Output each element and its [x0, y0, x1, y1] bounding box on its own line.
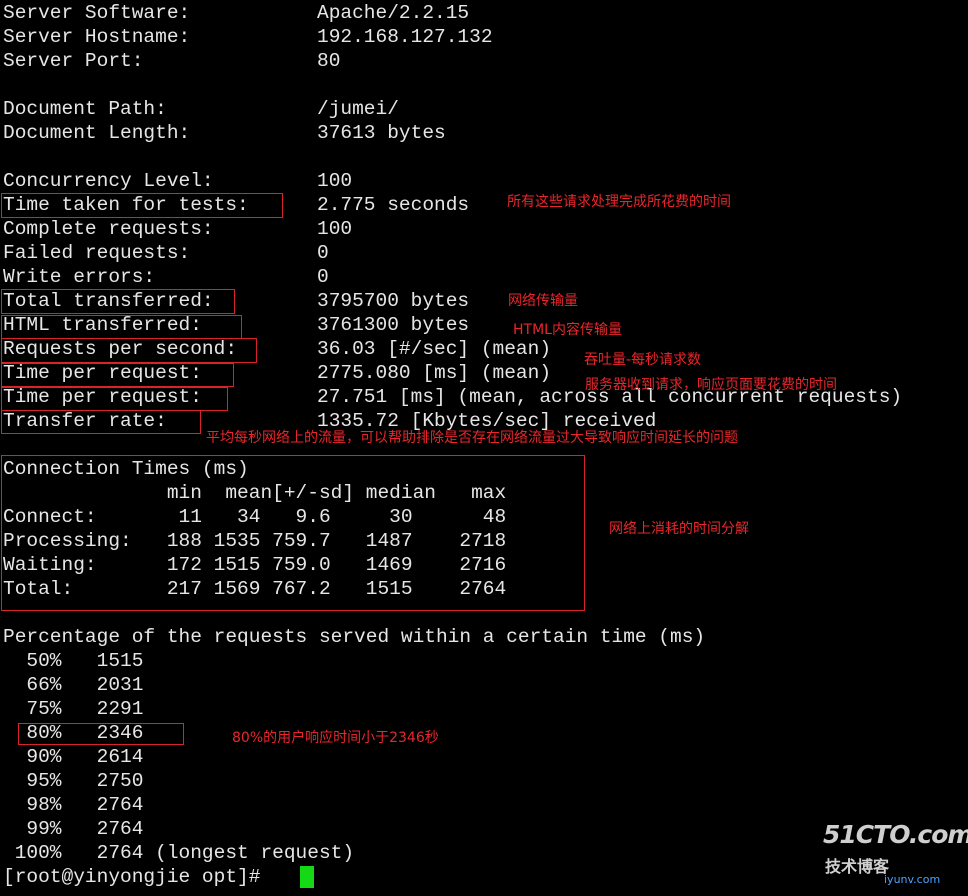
requests-per-second-value: 36.03 [#/sec] (mean)	[317, 338, 552, 360]
annotation-connection-times: 网络上消耗的时间分解	[609, 521, 749, 537]
percentile-row: 75% 2291	[3, 698, 144, 720]
write-errors-line: Write errors: 0	[3, 265, 329, 289]
percentile-row: 98% 2764	[3, 794, 144, 816]
time-taken-value: 2.775 seconds	[317, 194, 470, 216]
shell-prompt[interactable]: [root@yinyongjie opt]#	[3, 865, 272, 889]
terminal-cursor	[300, 866, 314, 888]
highlight-time-per-request	[1, 363, 234, 387]
server-hostname-line: Server Hostname: 192.168.127.132	[3, 25, 493, 49]
document-path-value: /jumei/	[317, 98, 399, 120]
server-hostname-label: Server Hostname:	[3, 26, 191, 48]
highlight-time-taken	[1, 193, 283, 218]
failed-requests-line: Failed requests: 0	[3, 241, 329, 265]
server-port-value: 80	[317, 50, 341, 72]
percentile-row: 90% 2614	[3, 746, 144, 768]
write-errors-label: Write errors:	[3, 266, 156, 288]
percentile-row: 66% 2031	[3, 674, 144, 696]
terminal-window[interactable]: Server Software: Apache/2.2.15 Server Hos…	[0, 0, 968, 896]
highlight-percentile-80	[18, 723, 184, 745]
document-path-line: Document Path: /jumei/	[3, 97, 399, 121]
server-port-line: Server Port: 80	[3, 49, 340, 73]
highlight-time-per-request-concurrent	[1, 387, 228, 411]
percentile-row: 99% 2764	[3, 818, 144, 840]
server-hostname-value: 192.168.127.132	[317, 26, 493, 48]
watermark-url: iyunv.com	[884, 873, 941, 886]
failed-requests-value: 0	[317, 242, 329, 264]
annotation-total-transferred: 网络传输量	[508, 293, 578, 309]
document-length-line: Document Length: 37613 bytes	[3, 121, 446, 145]
highlight-html-transferred	[1, 315, 242, 339]
annotation-requests-per-second: 吞吐量-每秒请求数	[584, 352, 702, 368]
failed-requests-label: Failed requests:	[3, 242, 191, 264]
html-transferred-value: 3761300 bytes	[317, 314, 470, 336]
percentile-row: 50% 1515	[3, 650, 144, 672]
annotation-time-taken: 所有这些请求处理完成所花费的时间	[507, 194, 731, 210]
concurrency-level-line: Concurrency Level: 100	[3, 169, 352, 193]
document-path-label: Document Path:	[3, 98, 167, 120]
complete-requests-value: 100	[317, 218, 353, 240]
write-errors-value: 0	[317, 266, 329, 288]
percentiles-title: Percentage of the requests served within…	[3, 626, 706, 648]
server-software-line: Server Software: Apache/2.2.15	[3, 1, 469, 25]
total-transferred-value: 3795700 bytes	[317, 290, 470, 312]
document-length-value: 37613 bytes	[317, 122, 446, 144]
watermark-logo: 51CTO.com	[823, 820, 968, 849]
percentile-row: 100% 2764 (longest request)	[3, 842, 355, 864]
time-per-request-value: 2775.080 [ms] (mean)	[317, 362, 552, 384]
server-software-value: Apache/2.2.15	[317, 2, 470, 24]
percentile-row: 95% 2750	[3, 770, 144, 792]
server-software-label: Server Software:	[3, 2, 191, 24]
concurrency-level-value: 100	[317, 170, 353, 192]
complete-requests-line: Complete requests: 100	[3, 217, 352, 241]
annotation-percentile-80: 80%的用户响应时间小于2346秒	[232, 730, 439, 746]
highlight-transfer-rate	[1, 410, 201, 434]
annotation-html-transferred: HTML内容传输量	[513, 322, 622, 338]
server-port-label: Server Port:	[3, 50, 144, 72]
highlight-connection-times	[1, 455, 585, 611]
highlight-requests-per-second	[1, 338, 257, 363]
annotation-time-per-request: 服务器收到请求，响应页面要花费的时间	[585, 377, 837, 393]
complete-requests-label: Complete requests:	[3, 218, 214, 240]
highlight-total-transferred	[1, 289, 235, 314]
concurrency-level-label: Concurrency Level:	[3, 170, 214, 192]
document-length-label: Document Length:	[3, 122, 191, 144]
annotation-transfer-rate: 平均每秒网络上的流量，可以帮助排除是否存在网络流量过大导致响应时间延长的问题	[206, 430, 738, 446]
watermark-subtitle: 技术博客	[825, 857, 890, 876]
